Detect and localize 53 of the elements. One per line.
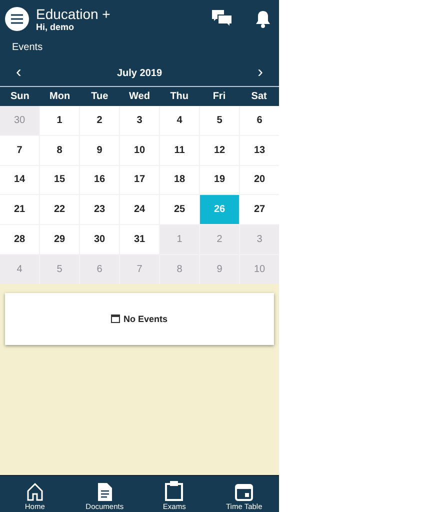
- day-cell[interactable]: 19: [200, 166, 239, 194]
- day-cell[interactable]: 22: [40, 195, 79, 224]
- bell-icon[interactable]: [255, 10, 271, 28]
- chat-icon[interactable]: [212, 10, 232, 28]
- day-cell[interactable]: 30: [80, 225, 119, 254]
- day-cell[interactable]: 4: [160, 106, 199, 135]
- document-icon: [98, 483, 112, 501]
- weekday-label: Tue: [90, 91, 110, 102]
- previous-month-button[interactable]: ‹: [12, 64, 26, 82]
- day-cell[interactable]: 8: [40, 136, 79, 165]
- day-cell[interactable]: 12: [200, 136, 239, 165]
- day-cell[interactable]: 29: [40, 225, 79, 254]
- greeting: Hi, demo: [36, 22, 76, 32]
- day-cell[interactable]: 31: [120, 225, 159, 254]
- day-cell[interactable]: 23: [80, 195, 119, 224]
- day-cell[interactable]: 25: [160, 195, 199, 224]
- day-cell[interactable]: 17: [120, 166, 159, 194]
- calendar-icon: [111, 314, 120, 324]
- day-cell[interactable]: 2: [80, 106, 119, 135]
- clipboard-icon: [165, 481, 184, 501]
- day-cell[interactable]: 24: [120, 195, 159, 224]
- weekday-label: Sun: [9, 91, 30, 102]
- day-cell[interactable]: 6: [240, 106, 279, 135]
- weekday-label: Wed: [128, 91, 151, 102]
- menu-button[interactable]: [5, 7, 29, 31]
- day-cell[interactable]: 14: [0, 166, 39, 194]
- day-cell[interactable]: 13: [240, 136, 279, 165]
- app-title: Education +: [36, 6, 112, 22]
- day-cell[interactable]: 20: [240, 166, 279, 194]
- weekday-label: Sat: [250, 91, 268, 102]
- day-cell[interactable]: 27: [240, 195, 279, 224]
- weekday-label: Mon: [48, 91, 72, 102]
- section-title: Events: [11, 41, 44, 55]
- day-cell[interactable]: 11: [160, 136, 199, 165]
- empty-message: No Events: [123, 314, 168, 324]
- day-cell[interactable]: 16: [80, 166, 119, 194]
- menu-icon: [11, 14, 23, 24]
- next-month-button[interactable]: ›: [254, 64, 267, 82]
- calendar-icon: [235, 483, 254, 501]
- weekday-label: Fri: [212, 91, 227, 102]
- day-cell[interactable]: 10: [120, 136, 159, 165]
- day-cell[interactable]: 7: [0, 136, 39, 165]
- month-title: July 2019: [116, 68, 162, 78]
- weekday-label: Thu: [169, 91, 190, 102]
- day-cell[interactable]: 9: [80, 136, 119, 165]
- home-icon: [26, 483, 43, 501]
- day-cell[interactable]: 15: [40, 166, 79, 194]
- day-cell[interactable]: 1: [40, 106, 79, 135]
- day-cell[interactable]: 18: [160, 166, 199, 194]
- day-cell[interactable]: 5: [200, 106, 239, 135]
- day-cell[interactable]: 3: [120, 106, 159, 135]
- day-cell[interactable]: 28: [0, 225, 39, 254]
- day-cell[interactable]: 21: [0, 195, 39, 224]
